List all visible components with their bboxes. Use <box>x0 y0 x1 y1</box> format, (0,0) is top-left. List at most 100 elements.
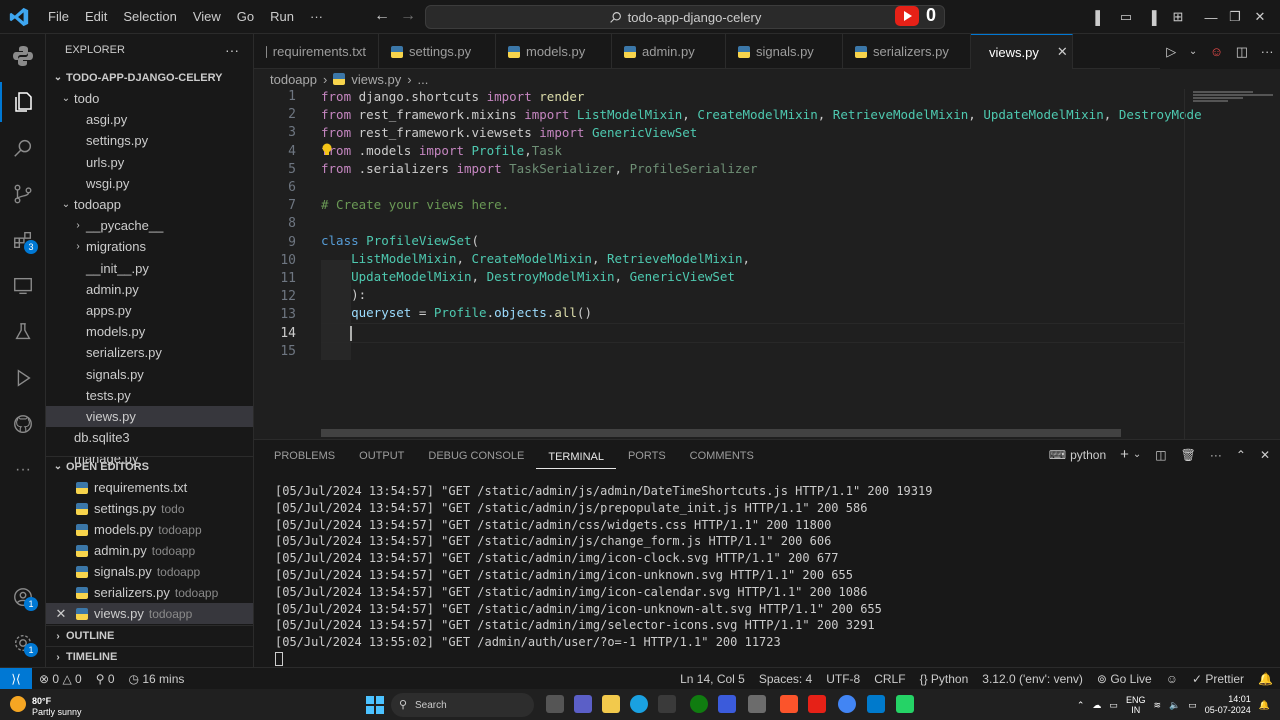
extensions-icon[interactable]: 3 <box>0 220 46 260</box>
code-editor[interactable]: 1 2 3 4 5 6 7 8 9 10 11 12 13 14 15 from django.shortc… <box>254 89 1280 439</box>
forward-arrow-icon[interactable]: → <box>392 7 424 25</box>
problems-status[interactable]: ⊗ 0 △ 0 <box>32 672 89 686</box>
chevron-down-icon[interactable]: ⌄ <box>1189 46 1197 57</box>
app-icon[interactable] <box>748 695 766 713</box>
task-view-icon[interactable] <box>546 695 564 713</box>
split-editor-icon[interactable]: ◫ <box>1236 44 1248 60</box>
tab-problems[interactable]: PROBLEMS <box>262 440 347 472</box>
tab-ports[interactable]: PORTS <box>616 440 678 472</box>
editor-tab[interactable]: signals.py <box>726 34 843 69</box>
tree-file[interactable]: tests.py <box>46 385 253 406</box>
timeline-header[interactable]: › TIMELINE <box>46 646 253 667</box>
tree-file[interactable]: __init__.py <box>46 258 253 279</box>
language-indicator[interactable]: ENG IN <box>1126 695 1146 715</box>
toggle-secondary-sidebar-icon[interactable]: ▐ <box>1138 0 1166 34</box>
more-actions-icon[interactable]: ··· <box>1210 448 1222 462</box>
search-icon[interactable] <box>0 128 46 168</box>
lightbulb-icon[interactable] <box>321 143 333 157</box>
open-editor-item[interactable]: ✕ views.py todoapp <box>46 603 253 624</box>
tree-file[interactable]: admin.py <box>46 279 253 300</box>
close-panel-icon[interactable]: ✕ <box>1260 448 1270 462</box>
project-root[interactable]: ⌄ TODO-APP-DJANGO-CELERY <box>46 67 253 88</box>
copilot-status-icon[interactable]: ☺ <box>1159 672 1185 686</box>
python-interpreter[interactable]: 3.12.0 ('env': venv) <box>975 672 1090 686</box>
app-icon[interactable] <box>718 695 736 713</box>
teams-icon[interactable] <box>574 695 592 713</box>
maximize-panel-icon[interactable]: ⌃ <box>1236 448 1246 462</box>
go-live-button[interactable]: ⊚ Go Live <box>1090 672 1159 686</box>
run-debug-icon[interactable] <box>0 358 46 398</box>
editor-tab[interactable]: requirements.txt <box>254 34 379 69</box>
windows-start-icon[interactable] <box>366 696 384 714</box>
tree-file[interactable]: asgi.py <box>46 109 253 130</box>
close-window-button[interactable]: ✕ <box>1240 0 1280 34</box>
clock[interactable]: 14:01 05-07-2024 <box>1205 694 1251 716</box>
breadcrumb-folder[interactable]: todoapp <box>270 72 317 87</box>
open-editor-item[interactable]: serializers.py todoapp <box>46 582 253 603</box>
toggle-panel-icon[interactable]: ▭ <box>1112 0 1140 34</box>
menu-run[interactable]: Run <box>262 0 302 34</box>
trash-icon[interactable]: 🗑 <box>1181 448 1196 462</box>
menu-view[interactable]: View <box>185 0 229 34</box>
github-icon[interactable] <box>0 404 46 444</box>
remote-explorer-icon[interactable] <box>0 266 46 306</box>
open-editor-item[interactable]: models.py todoapp <box>46 519 253 540</box>
new-terminal-icon[interactable]: + <box>1120 446 1129 463</box>
youtube-app-icon[interactable] <box>808 695 826 713</box>
breadcrumb-file[interactable]: views.py <box>351 72 401 87</box>
tree-folder[interactable]: › __pycache__ <box>46 215 253 236</box>
tree-file[interactable]: wsgi.py <box>46 173 253 194</box>
tree-file[interactable]: signals.py <box>46 364 253 385</box>
brave-icon[interactable] <box>780 695 798 713</box>
horizontal-scrollbar[interactable] <box>321 429 1121 437</box>
menu-selection[interactable]: Selection <box>115 0 184 34</box>
copilot-icon[interactable]: ☺ <box>1210 44 1223 59</box>
language-mode[interactable]: {} Python <box>913 672 976 686</box>
editor-tab[interactable]: settings.py <box>379 34 496 69</box>
tree-file[interactable]: models.py <box>46 321 253 342</box>
tree-folder[interactable]: › migrations <box>46 236 253 257</box>
open-editor-item[interactable]: signals.py todoapp <box>46 561 253 582</box>
tab-comments[interactable]: COMMENTS <box>678 440 766 472</box>
tab-debug-console[interactable]: DEBUG CONSOLE <box>416 440 536 472</box>
battery-icon[interactable]: ▭ <box>1188 700 1197 711</box>
python-icon[interactable] <box>0 36 46 76</box>
chevron-down-icon[interactable]: ⌄ <box>1133 449 1141 460</box>
tree-file[interactable]: db.sqlite3 <box>46 427 253 448</box>
taskbar-search[interactable]: ⚲ Search <box>391 693 534 717</box>
tree-file[interactable]: serializers.py <box>46 342 253 363</box>
app-icon[interactable]: ▭ <box>1109 700 1118 711</box>
tree-folder[interactable]: ⌄ todo <box>46 88 253 109</box>
tree-file[interactable]: apps.py <box>46 300 253 321</box>
edge-icon[interactable] <box>630 695 648 713</box>
line-endings[interactable]: CRLF <box>867 672 912 686</box>
file-explorer-icon[interactable] <box>602 695 620 713</box>
breadcrumb-symbol[interactable]: ... <box>418 72 429 87</box>
menu-more[interactable]: ··· <box>302 0 331 34</box>
menu-edit[interactable]: Edit <box>77 0 115 34</box>
menu-go[interactable]: Go <box>229 0 262 34</box>
settings-gear-icon[interactable]: 1 <box>0 623 46 663</box>
tab-output[interactable]: OUTPUT <box>347 440 416 472</box>
cursor-position[interactable]: Ln 14, Col 5 <box>673 672 752 686</box>
terminal-name[interactable]: python <box>1070 448 1106 462</box>
explorer-icon[interactable] <box>0 82 46 122</box>
info-status[interactable]: ⚲ 0 <box>89 672 122 686</box>
cloud-icon[interactable]: ☁ <box>1092 700 1101 711</box>
vscode-taskbar-icon[interactable] <box>867 695 885 713</box>
notifications-bell-icon[interactable]: 🔔 <box>1251 672 1280 686</box>
whatsapp-icon[interactable] <box>896 695 914 713</box>
editor-tab[interactable]: admin.py <box>612 34 726 69</box>
explorer-more-icon[interactable]: ··· <box>225 42 239 58</box>
prettier-status[interactable]: ✓ Prettier <box>1185 672 1251 686</box>
menu-file[interactable]: File <box>40 0 77 34</box>
close-icon[interactable]: ✕ <box>46 606 76 622</box>
editor-tab[interactable]: serializers.py <box>843 34 971 69</box>
open-editor-item[interactable]: settings.py todo <box>46 498 253 519</box>
accounts-icon[interactable]: 1 <box>0 577 46 617</box>
tree-file[interactable]: views.py <box>46 406 253 427</box>
wifi-icon[interactable]: ≋ <box>1153 700 1161 711</box>
chevron-up-icon[interactable]: ⌃ <box>1077 700 1085 711</box>
command-center-search[interactable]: todo-app-django-celery <box>425 5 945 29</box>
source-control-icon[interactable] <box>0 174 46 214</box>
